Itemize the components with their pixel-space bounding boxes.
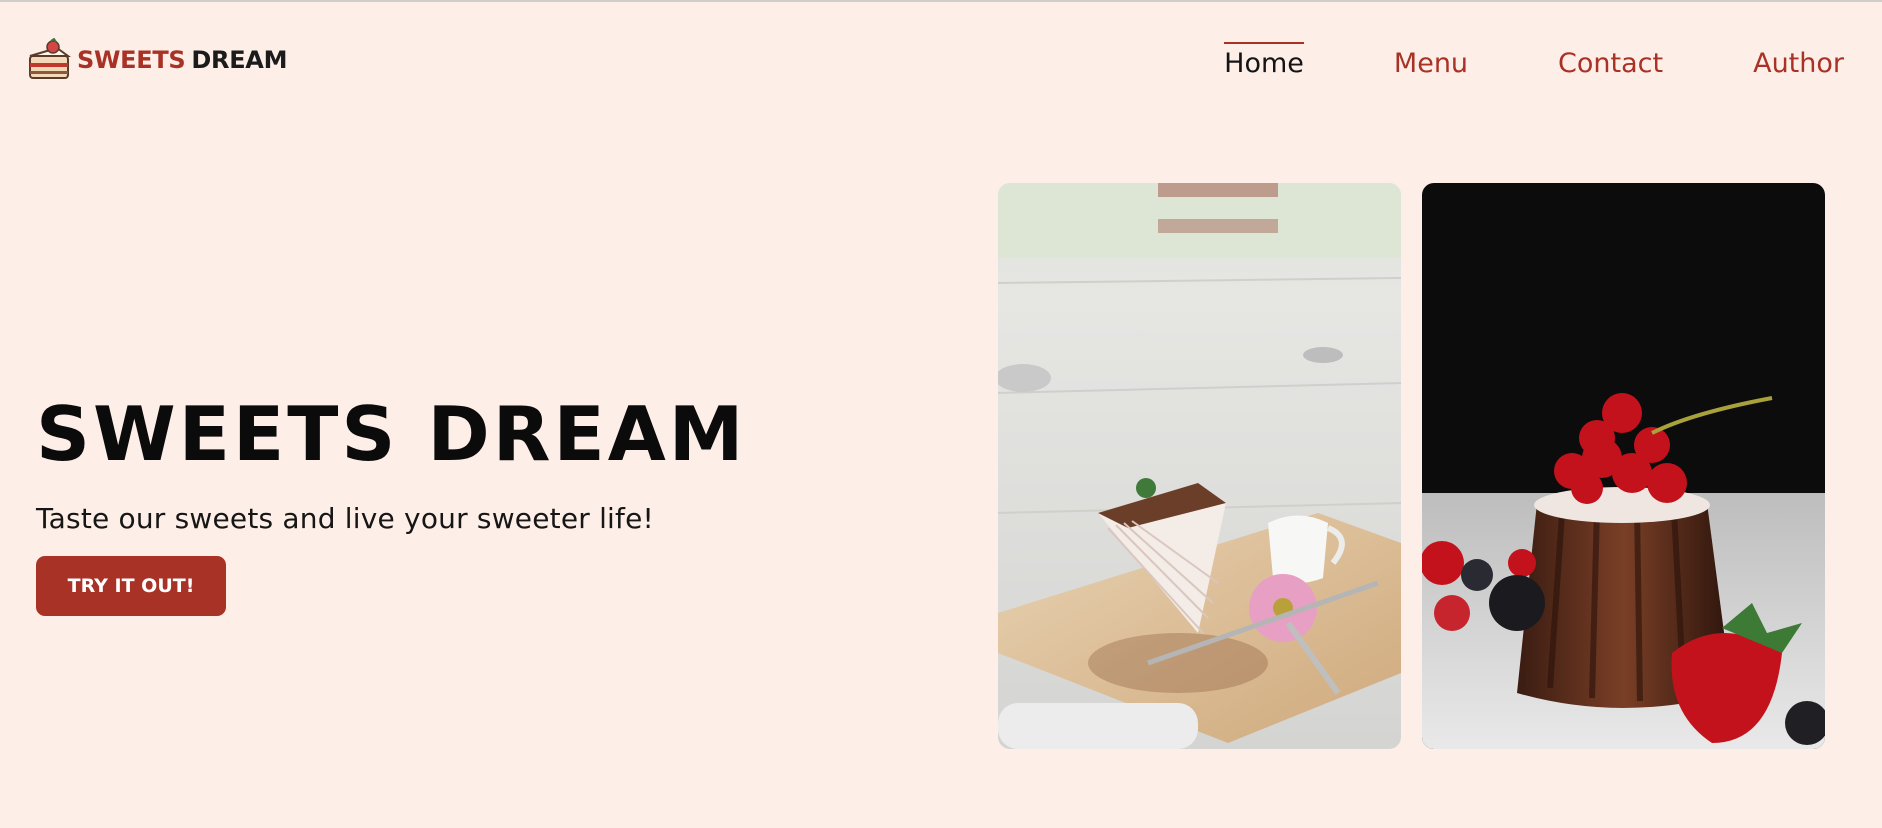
cake-slice-icon	[29, 38, 71, 79]
main-nav: Home Menu Contact Author	[1134, 42, 1844, 80]
hero-subtitle: Taste our sweets and live your sweeter l…	[36, 502, 654, 535]
nav-item-author[interactable]: Author	[1753, 42, 1844, 80]
nav-item-menu[interactable]: Menu	[1394, 42, 1468, 80]
hero-title: SWEETS DREAM	[36, 390, 747, 478]
chocolate-cake-with-currants-photo	[1422, 183, 1825, 749]
nav-item-contact[interactable]: Contact	[1558, 42, 1663, 80]
brand-name-part1: SWEETS	[77, 46, 186, 74]
crepe-cake-slice-photo	[998, 183, 1401, 749]
brand-logo[interactable]: SWEETS DREAM	[27, 38, 287, 82]
brand-name: SWEETS DREAM	[77, 46, 287, 74]
nav-item-home[interactable]: Home	[1224, 42, 1304, 80]
brand-name-part2: DREAM	[191, 46, 288, 74]
try-it-out-button[interactable]: TRY IT OUT!	[36, 556, 226, 616]
site-header: SWEETS DREAM Home Menu Contact Author	[0, 2, 1882, 122]
